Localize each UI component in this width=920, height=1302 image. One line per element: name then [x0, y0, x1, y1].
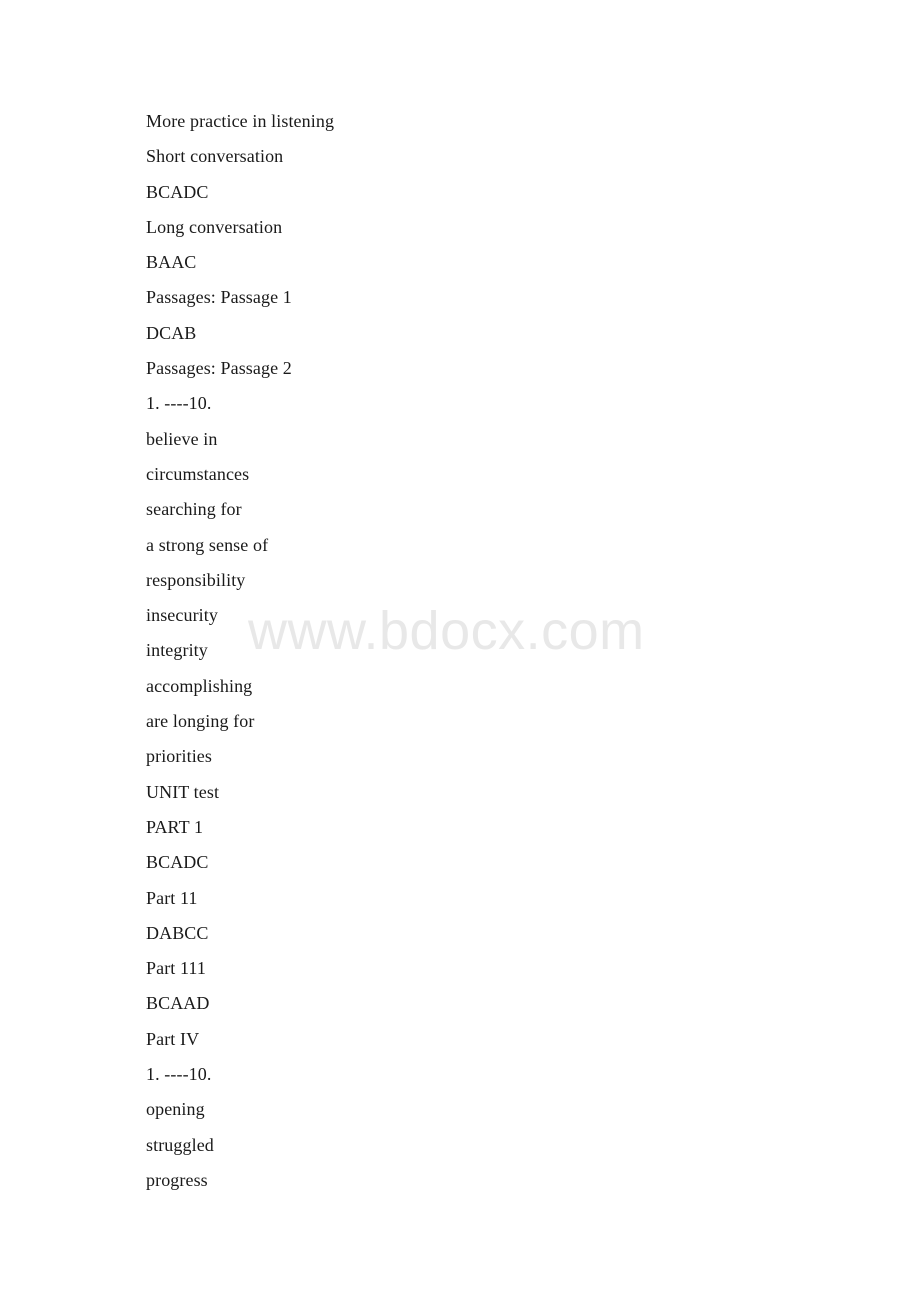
- document-line: are longing for: [146, 711, 255, 732]
- document-line: Passages: Passage 1: [146, 287, 292, 308]
- document-line: BAAC: [146, 252, 197, 273]
- document-line: DABCC: [146, 922, 209, 943]
- document-line: Passages: Passage 2: [146, 358, 292, 379]
- document-line: accomplishing: [146, 675, 253, 696]
- document-line: PART 1: [146, 816, 204, 837]
- document-line: BCAAD: [146, 993, 210, 1014]
- document-text-body: More practice in listening Short conversa…: [146, 104, 846, 1198]
- document-line: BCADC: [146, 852, 209, 873]
- document-line: circumstances: [146, 463, 250, 484]
- document-line: UNIT test: [146, 781, 220, 802]
- document-line: Part 11: [146, 887, 198, 908]
- document-line: believe in: [146, 428, 218, 449]
- document-page: www.bdocx.com More practice in listening…: [0, 0, 920, 1302]
- document-line: progress: [146, 1169, 208, 1190]
- document-line: opening: [146, 1099, 205, 1120]
- document-line: priorities: [146, 746, 212, 767]
- document-line: Part IV: [146, 1028, 200, 1049]
- document-line: integrity: [146, 640, 208, 661]
- document-line: Long conversation: [146, 216, 283, 237]
- document-line: DCAB: [146, 322, 197, 343]
- document-line: Part 111: [146, 958, 206, 979]
- document-line: a strong sense of: [146, 534, 269, 555]
- document-line: responsibility: [146, 569, 246, 590]
- document-line: insecurity: [146, 605, 218, 626]
- document-line: BCADC: [146, 181, 209, 202]
- document-line: 1. ----10.: [146, 1064, 212, 1085]
- document-line: More practice in listening: [146, 111, 335, 131]
- document-line: Short conversation: [146, 146, 284, 167]
- document-line: struggled: [146, 1134, 214, 1155]
- document-line: searching for: [146, 499, 242, 520]
- document-line: 1. ----10.: [146, 393, 212, 414]
